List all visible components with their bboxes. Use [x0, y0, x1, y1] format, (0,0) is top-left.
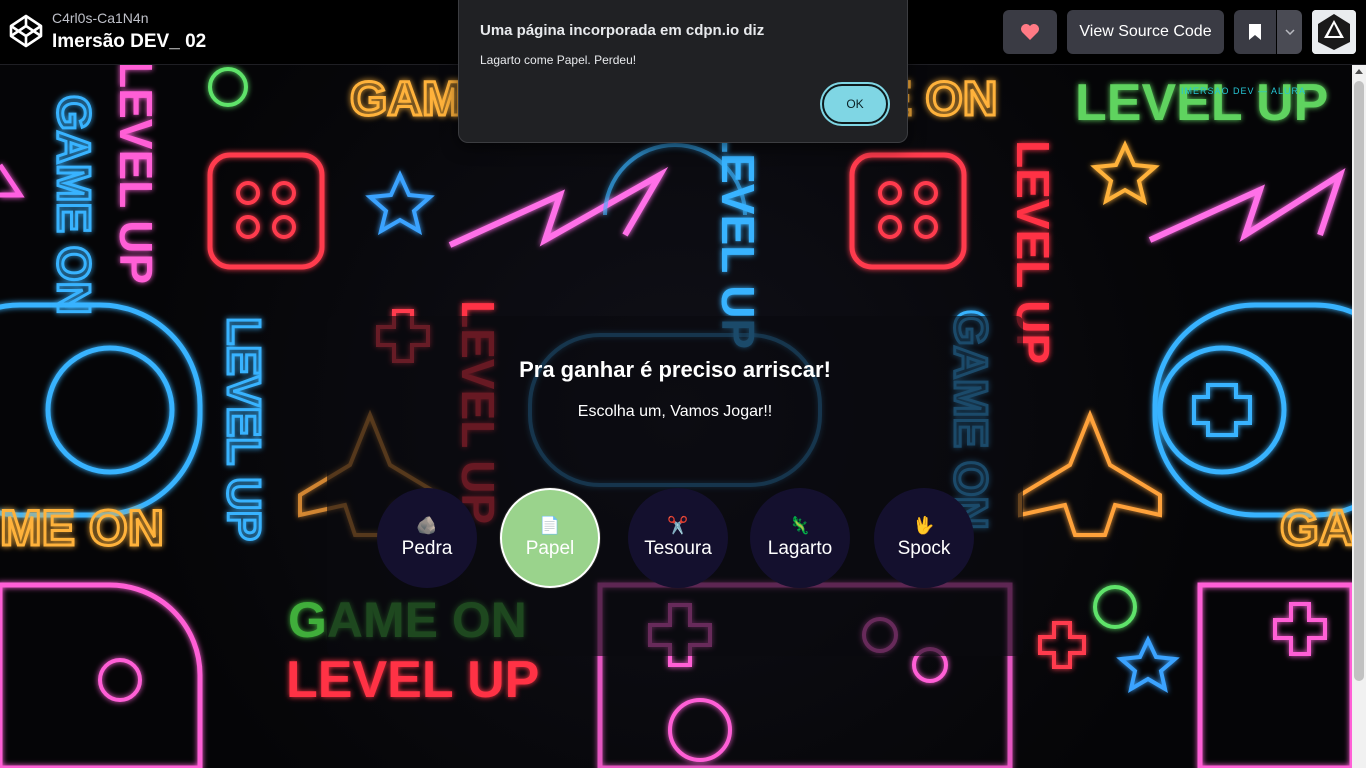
dialog-message: Lagarto come Papel. Perdeu!	[480, 53, 637, 67]
view-source-button[interactable]: View Source Code	[1067, 10, 1224, 54]
vulcan-salute-icon: 🖖	[913, 516, 935, 535]
avatar-image	[1312, 10, 1356, 54]
heart-icon	[1021, 24, 1039, 40]
choice-papel-button[interactable]: 📄 Papel	[500, 488, 600, 588]
svg-text:GA: GA	[1280, 500, 1352, 556]
corner-credit: IMERSAO DEV — ALURA	[1181, 86, 1307, 96]
choice-tesoura-button[interactable]: ✂️ Tesoura	[628, 488, 728, 588]
avatar[interactable]	[1312, 10, 1356, 54]
svg-text:LEVEL UP: LEVEL UP	[110, 65, 162, 284]
svg-text:LEVEL UP: LEVEL UP	[218, 317, 270, 541]
svg-text:LEVEL UP: LEVEL UP	[286, 651, 539, 709]
choice-label: Papel	[525, 538, 575, 559]
choice-label: Tesoura	[644, 538, 712, 559]
game-title: Pra ganhar é preciso arriscar!	[519, 357, 831, 382]
choice-label: Lagarto	[767, 538, 833, 559]
game-subtitle: Escolha um, Vamos Jogar!!	[577, 403, 773, 420]
lizard-icon: 🦎	[789, 516, 811, 535]
alert-dialog: Uma página incorporada em cdpn.io diz La…	[458, 0, 908, 143]
bookmark-menu-button[interactable]	[1277, 10, 1302, 54]
bookmark-button[interactable]	[1234, 10, 1276, 54]
paper-icon: 📄	[539, 516, 561, 535]
pen-title: Imersão DEV_ 02	[52, 31, 207, 52]
rock-icon: 🪨	[416, 516, 438, 535]
scroll-thumb[interactable]	[1354, 81, 1364, 681]
ok-button[interactable]: OK	[822, 84, 888, 124]
codepen-logo-icon[interactable]	[8, 13, 44, 49]
svg-text:GAME ON: GAME ON	[48, 95, 100, 315]
chevron-down-icon	[1284, 29, 1295, 35]
pen-author[interactable]: C4rl0s-Ca1N4n	[52, 10, 148, 26]
choice-label: Spock	[897, 538, 951, 559]
choice-lagarto-button[interactable]: 🦎 Lagarto	[750, 488, 850, 588]
choice-spock-button[interactable]: 🖖 Spock	[874, 488, 974, 588]
svg-text:ME ON: ME ON	[0, 500, 164, 556]
like-button[interactable]	[1003, 10, 1057, 54]
svg-text:LEVEL UP: LEVEL UP	[1075, 74, 1328, 132]
scissors-icon: ✂️	[667, 516, 689, 535]
choice-label: Pedra	[401, 538, 453, 559]
scrollbar[interactable]	[1352, 65, 1366, 768]
dialog-title: Uma página incorporada em cdpn.io diz	[480, 22, 765, 39]
choice-pedra-button[interactable]: 🪨 Pedra	[377, 488, 477, 588]
bookmark-icon	[1249, 24, 1261, 40]
scroll-up-arrow-icon[interactable]	[1355, 69, 1363, 74]
